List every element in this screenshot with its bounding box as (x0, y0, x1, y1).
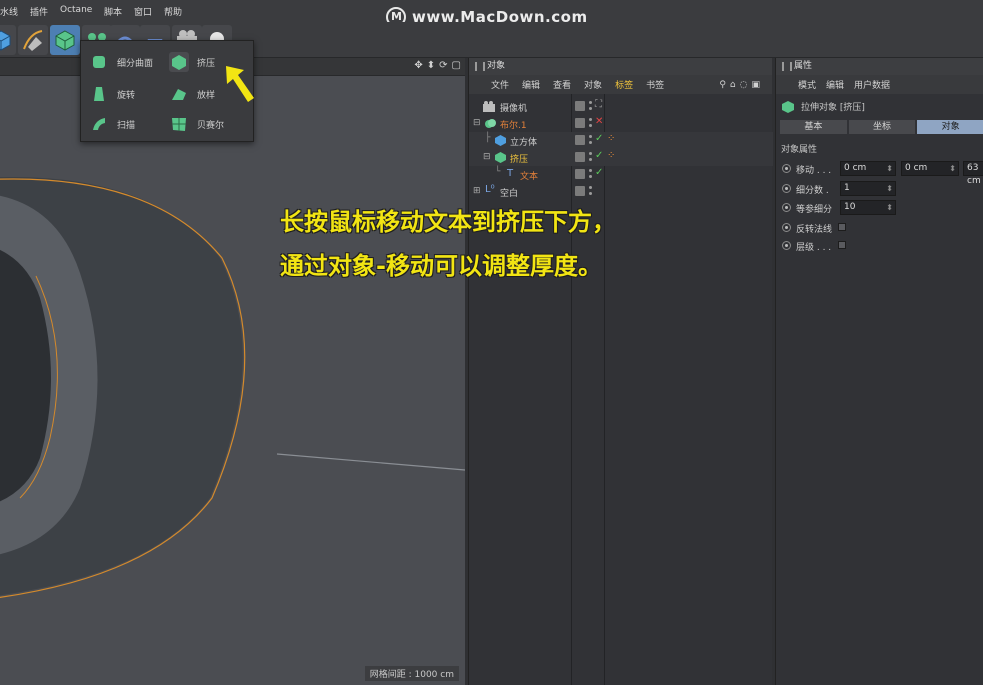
animate-radio[interactable] (782, 164, 791, 173)
menu-script[interactable]: 脚本 (104, 5, 122, 18)
object-row-extrude[interactable]: ⊟ 挤压 ✓ ⁘ (469, 149, 773, 166)
attr-object-title: 拉伸对象 [挤压] (801, 103, 865, 113)
grid-spacing-label: 网格间距 : 1000 cm (364, 666, 459, 681)
attr-row-hierarchical: 层级 . . . (780, 238, 983, 254)
menu-window[interactable]: 窗口 (134, 5, 152, 18)
tab-object[interactable]: 对象 (917, 120, 983, 134)
movement-y-field[interactable]: 0 cm (901, 161, 959, 176)
object-row-null[interactable]: ⊞ L⁰ 空白 (469, 183, 773, 200)
expand-icon[interactable]: ⊞ (473, 186, 481, 196)
object-row-cube[interactable]: ├ 立方体 ✓ ⁘ (469, 132, 773, 149)
attr-row-isoparm: 等参细分 10 (780, 200, 983, 216)
attributes-panel-title: 属性 (776, 58, 983, 75)
extrude-object-icon (782, 100, 794, 113)
cube-tool-button[interactable] (0, 25, 16, 55)
object-panel-menu: 文件 编辑 查看 对象 标签 书签 ⚲⌂◌▣ (469, 75, 772, 94)
popup-item-loft[interactable]: 放样 (169, 83, 215, 105)
horizon-line (276, 453, 465, 471)
animate-radio[interactable] (782, 223, 791, 232)
boolean-object-icon (485, 118, 496, 132)
camera-tag-icon[interactable]: ⛶ (595, 99, 602, 110)
enabled-check-icon[interactable]: ✓ (595, 150, 603, 161)
cube-object-icon (495, 135, 506, 149)
pointer-arrow-icon (226, 66, 254, 102)
animate-radio[interactable] (782, 203, 791, 212)
object-panel-tools-icons[interactable]: ⚲⌂◌▣ (719, 80, 764, 90)
material-tag-icon[interactable]: ⁘ (607, 150, 615, 161)
object-menu-view[interactable]: 查看 (553, 78, 571, 91)
material-tag-icon[interactable]: ⁘ (607, 133, 615, 144)
subdivision-field[interactable]: 1 (840, 181, 896, 196)
attr-row-subdivision: 细分数 . 1 (780, 181, 983, 197)
attr-object-header: 拉伸对象 [挤压] (782, 100, 865, 113)
extruded-ring-model[interactable] (0, 58, 465, 685)
animate-radio[interactable] (782, 241, 791, 250)
menu-octane[interactable]: Octane (60, 5, 92, 15)
movement-x-field[interactable]: 0 cm (840, 161, 896, 176)
null-object-icon: L⁰ (485, 184, 495, 195)
object-menu-edit[interactable]: 编辑 (522, 78, 540, 91)
tab-coord[interactable]: 坐标 (848, 120, 916, 134)
sweep-icon (89, 114, 109, 134)
text-spline-icon: T (507, 168, 514, 179)
collapse-icon[interactable]: ⊟ (473, 118, 481, 128)
menu-help[interactable]: 帮助 (164, 5, 182, 18)
object-row-boolean[interactable]: ⊟ 布尔.1 ✕ (469, 115, 773, 132)
attr-menu-user-data[interactable]: 用户数据 (854, 78, 890, 91)
object-panel-title: 对象 (469, 58, 772, 75)
enabled-check-icon[interactable]: ✓ (595, 133, 603, 144)
extrude-icon (169, 52, 189, 72)
object-tree[interactable]: 摄像机 ⛶ ⊟ 布尔.1 ✕ ├ 立方体 ✓ ⁘ ⊟ 挤压 ✓ ⁘ └ T 文本… (469, 94, 773, 685)
subdivision-surface-icon (89, 52, 109, 72)
popup-item-sweep[interactable]: 扫描 (89, 113, 135, 135)
lathe-icon (89, 84, 109, 104)
animate-radio[interactable] (782, 184, 791, 193)
tab-basic[interactable]: 基本 (780, 120, 847, 134)
object-row-text[interactable]: └ T 文本 ✓ (469, 166, 773, 183)
object-menu-object[interactable]: 对象 (584, 78, 602, 91)
isoparm-field[interactable]: 10 (840, 200, 896, 215)
object-manager-panel: 对象 文件 编辑 查看 对象 标签 书签 ⚲⌂◌▣ 摄像机 ⛶ ⊟ 布尔.1 ✕… (468, 58, 773, 685)
pen-tool-button[interactable] (18, 25, 48, 55)
attr-tabs: 基本 坐标 对象 (780, 120, 983, 134)
menu-plugins[interactable]: 插件 (30, 5, 48, 18)
loft-icon (169, 84, 189, 104)
generator-cube-icon (55, 30, 75, 51)
popup-item-bezier[interactable]: 贝赛尔 (169, 113, 224, 135)
menu-pipeline[interactable]: 水线 (0, 5, 18, 18)
attr-menu-edit[interactable]: 编辑 (826, 78, 844, 91)
pen-spline-icon (23, 30, 43, 51)
caption-line-1: 长按鼠标移动文本到挤压下方， (280, 208, 616, 236)
popup-item-subdivision-surface[interactable]: 细分曲面 (89, 51, 153, 73)
popup-item-lathe[interactable]: 旋转 (89, 83, 135, 105)
movement-z-field[interactable]: 63 cm (963, 161, 983, 186)
attributes-panel: 属性 模式 编辑 用户数据 拉伸对象 [挤压] 基本 坐标 对象 对象属性 移动… (775, 58, 983, 685)
bezier-icon (169, 114, 189, 134)
generator-tool-button[interactable] (50, 25, 80, 55)
tutorial-caption: 长按鼠标移动文本到挤压下方， 通过对象-移动可以调整厚度。 (280, 200, 616, 288)
attr-section-title: 对象属性 (781, 145, 818, 155)
attr-menu-mode[interactable]: 模式 (798, 78, 816, 91)
cube-icon (0, 30, 11, 51)
camera-object-icon (483, 101, 495, 115)
object-menu-bookmarks[interactable]: 书签 (646, 78, 664, 91)
object-menu-tags[interactable]: 标签 (615, 78, 633, 91)
enabled-check-icon[interactable]: ✓ (595, 167, 603, 178)
attr-row-movement: 移动 . . . 0 cm 0 cm 63 cm (780, 161, 983, 186)
disabled-x-icon[interactable]: ✕ (595, 116, 603, 127)
attr-row-flip-normals: 反转法线 (780, 220, 983, 236)
object-row-camera[interactable]: 摄像机 ⛶ (469, 98, 773, 115)
collapse-icon[interactable]: ⊟ (483, 152, 491, 162)
flip-normals-checkbox[interactable] (838, 223, 846, 231)
caption-line-2: 通过对象-移动可以调整厚度。 (280, 252, 602, 280)
popup-item-extrude[interactable]: 挤压 (169, 51, 215, 73)
hierarchical-checkbox[interactable] (838, 241, 846, 249)
extrude-object-icon (495, 152, 506, 166)
viewport[interactable]: ✥ ⬍ ⟳ ▢ 网格间距 : 1000 cm (0, 58, 465, 685)
object-menu-file[interactable]: 文件 (491, 78, 509, 91)
attributes-panel-menu: 模式 编辑 用户数据 (776, 75, 983, 94)
